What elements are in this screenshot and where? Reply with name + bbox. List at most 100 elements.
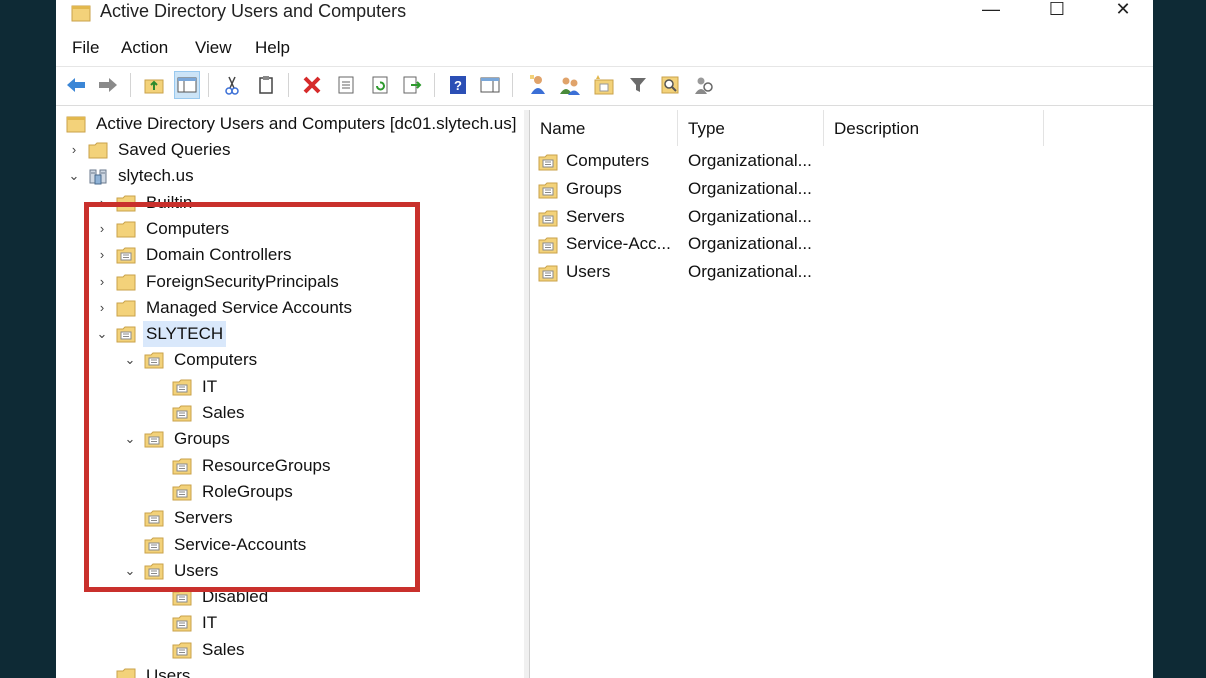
chevron-down-icon[interactable]: ⌄: [66, 163, 82, 189]
tree-item-label: Domain Controllers: [146, 245, 292, 265]
list-item[interactable]: Users Organizational...: [530, 258, 1153, 286]
chevron-right-icon[interactable]: ›: [66, 137, 82, 163]
minimize-button[interactable]: —: [968, 0, 1014, 26]
menu-file[interactable]: File: [72, 38, 99, 58]
tree-item-label: Sales: [202, 639, 245, 659]
ou-folder-icon: [172, 457, 192, 475]
menu-bar: File Action View Help: [56, 34, 1153, 62]
action-pane-icon[interactable]: [478, 72, 502, 98]
tree-item-label: Service-Accounts: [174, 534, 307, 554]
chevron-down-icon[interactable]: ⌄: [122, 426, 138, 452]
console-root-icon: [66, 116, 86, 133]
chevron-down-icon[interactable]: ⌄: [122, 558, 138, 584]
cut-icon[interactable]: [220, 72, 244, 98]
chevron-right-icon[interactable]: ›: [94, 295, 110, 321]
export-list-icon[interactable]: [400, 72, 424, 98]
tree-item-label: Computers: [174, 350, 258, 370]
delete-icon[interactable]: [300, 72, 324, 98]
find-icon[interactable]: [658, 72, 682, 98]
tree-item-label: SLYTECH: [143, 321, 227, 348]
list-item[interactable]: Groups Organizational...: [530, 175, 1153, 203]
refresh-icon[interactable]: [368, 72, 392, 98]
console-tree[interactable]: Active Directory Users and Computers [dc…: [62, 110, 525, 678]
properties-icon[interactable]: [334, 72, 358, 98]
ou-folder-icon: [538, 152, 558, 171]
back-arrow-icon[interactable]: [64, 72, 88, 98]
ou-folder-icon: [538, 180, 558, 199]
ou-folder-icon: [116, 325, 136, 343]
new-group-icon[interactable]: [558, 72, 582, 98]
menu-help[interactable]: Help: [255, 38, 290, 58]
add-to-group-icon[interactable]: [692, 72, 716, 98]
ou-folder-icon: [172, 378, 192, 396]
ou-folder-icon: [144, 351, 164, 369]
details-list[interactable]: Name Type Description Computers Organizat…: [530, 110, 1153, 678]
folder-icon: [116, 220, 136, 238]
tree-item-label: Builtin: [146, 192, 193, 212]
list-item[interactable]: Service-Acc... Organizational...: [530, 230, 1153, 258]
tree-item-label: slytech.us: [118, 166, 194, 186]
tree-item-label: Managed Service Accounts: [146, 297, 353, 317]
app-folder-icon: [71, 5, 91, 22]
ou-folder-icon: [144, 430, 164, 448]
title-bar[interactable]: Active Directory Users and Computers — ☐…: [56, 0, 1153, 30]
tree-item-label: RoleGroups: [202, 481, 293, 501]
new-user-icon[interactable]: [526, 72, 550, 98]
tree-item-label: Users: [146, 666, 191, 678]
ou-folder-icon: [144, 509, 164, 527]
ou-folder-icon: [538, 208, 558, 227]
tree-item-label: Users: [174, 560, 219, 580]
tree-root[interactable]: Active Directory Users and Computers [dc…: [66, 111, 524, 137]
list-item[interactable]: Servers Organizational...: [530, 203, 1153, 231]
help-icon[interactable]: ?: [446, 72, 470, 98]
copy-icon[interactable]: [254, 72, 278, 98]
close-button[interactable]: ✕: [1100, 0, 1146, 26]
column-header-description[interactable]: Description: [824, 110, 1044, 146]
domain-icon: [88, 167, 108, 185]
tree-root-label: Active Directory Users and Computers [dc…: [96, 114, 517, 133]
menu-action[interactable]: Action: [121, 38, 168, 58]
ou-folder-icon: [538, 235, 558, 254]
ou-folder-icon: [172, 588, 192, 606]
tree-item-label: Groups: [174, 429, 230, 449]
filter-icon[interactable]: [626, 72, 650, 98]
window-title: Active Directory Users and Computers: [100, 1, 407, 21]
menu-view[interactable]: View: [195, 38, 232, 58]
adu-window: Active Directory Users and Computers — ☐…: [56, 0, 1153, 678]
chevron-right-icon[interactable]: ›: [94, 216, 110, 242]
list-item-name: Service-Acc...: [566, 234, 671, 254]
ou-folder-icon: [144, 562, 164, 580]
chevron-right-icon[interactable]: ›: [94, 269, 110, 295]
list-item-type: Organizational...: [688, 262, 812, 282]
list-item-type: Organizational...: [688, 151, 812, 170]
ou-folder-icon: [144, 536, 164, 554]
chevron-down-icon[interactable]: ⌄: [122, 347, 138, 373]
tree-item-label: ForeignSecurityPrincipals: [146, 271, 339, 291]
new-ou-icon[interactable]: [592, 72, 616, 98]
show-console-tree-icon[interactable]: [174, 71, 200, 99]
ou-folder-icon: [172, 641, 192, 659]
svg-text:?: ?: [454, 78, 462, 93]
ou-folder-icon: [172, 483, 192, 501]
ou-folder-icon: [172, 614, 192, 632]
maximize-button[interactable]: ☐: [1034, 0, 1080, 26]
column-header-name[interactable]: Name: [530, 110, 678, 146]
chevron-down-icon[interactable]: ⌄: [94, 321, 110, 347]
up-folder-icon[interactable]: [142, 72, 166, 98]
ou-folder-icon: [172, 404, 192, 422]
chevron-right-icon[interactable]: ›: [94, 190, 110, 216]
chevron-right-icon[interactable]: ›: [94, 242, 110, 268]
folder-icon: [88, 141, 108, 159]
list-item-type: Organizational...: [688, 234, 812, 254]
forward-arrow-icon[interactable]: [96, 72, 120, 98]
tree-item-label: IT: [202, 376, 218, 396]
list-item-name: Groups: [566, 178, 622, 198]
list-item[interactable]: Computers Organizational...: [530, 147, 1153, 175]
column-header-type[interactable]: Type: [678, 110, 824, 146]
